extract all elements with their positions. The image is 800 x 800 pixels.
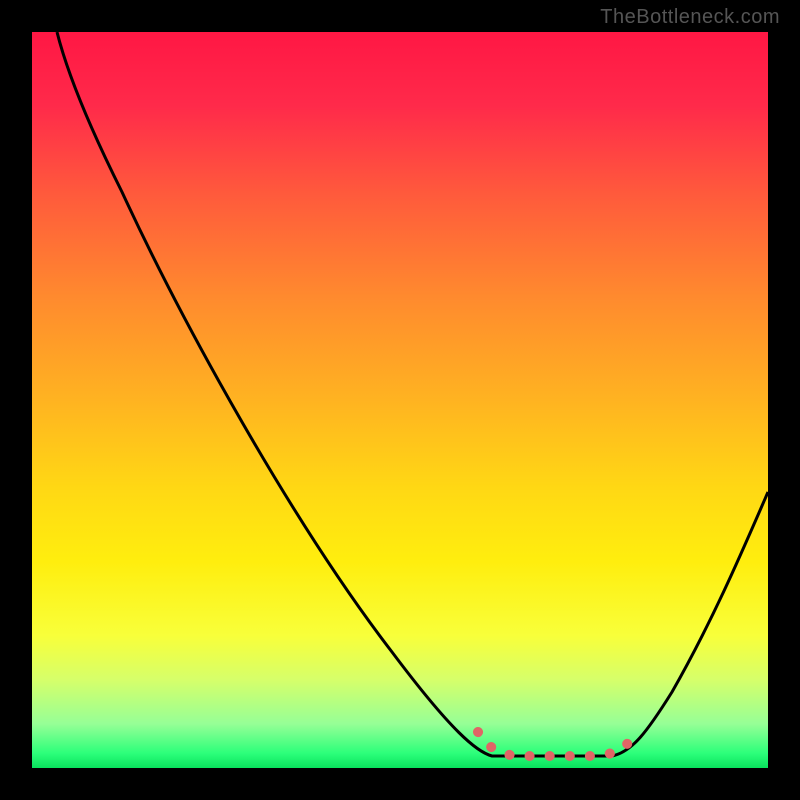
gradient-plot-area [32,32,768,768]
watermark-text: TheBottleneck.com [600,6,780,29]
